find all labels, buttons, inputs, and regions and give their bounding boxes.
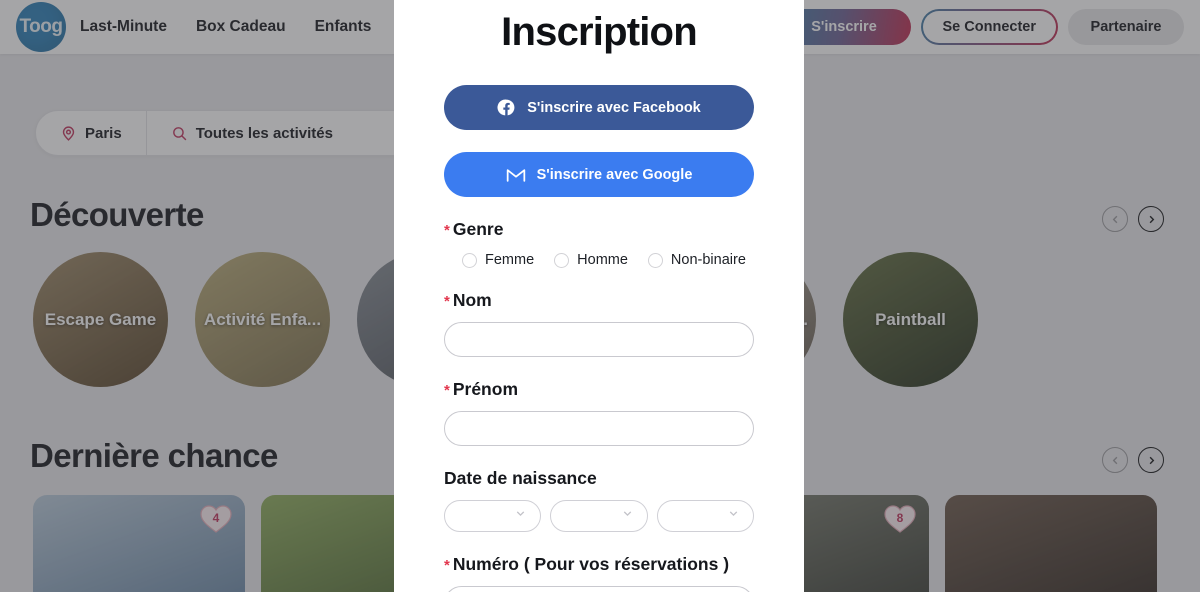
prenom-input[interactable] [444, 411, 754, 446]
nom-label-text: Nom [452, 290, 492, 310]
app-root: Toog Last-Minute Box Cadeau Enfants EV S… [0, 0, 1200, 592]
phone-input[interactable] [444, 586, 754, 592]
birthdate-field-label: Date de naissance [444, 468, 597, 488]
gender-option-label: Non-binaire [670, 252, 746, 268]
facebook-icon [497, 99, 515, 116]
radio-icon [554, 252, 570, 268]
phone-field-label: * Numéro ( Pour vos réservations ) [444, 554, 754, 575]
birthdate-month-select[interactable] [550, 500, 648, 532]
required-mark: * [444, 557, 450, 574]
chevron-down-icon [621, 507, 634, 525]
gender-option-label: Homme [577, 252, 628, 268]
required-mark: * [444, 382, 450, 399]
birthdate-year-select[interactable] [656, 500, 754, 532]
birthdate-day-select[interactable] [444, 500, 542, 532]
chevron-down-icon [514, 507, 527, 525]
gender-option-homme[interactable]: Homme [554, 252, 628, 268]
gender-radio-group: Femme Homme Non-binaire [444, 252, 754, 268]
phone-label-text: Numéro ( Pour vos réservations ) [452, 554, 730, 574]
gender-field-label: * Genre [444, 219, 754, 240]
gmail-icon [506, 168, 525, 182]
gender-option-femme[interactable]: Femme [462, 252, 534, 268]
nom-input[interactable] [444, 322, 754, 357]
nom-field-label: * Nom [444, 290, 754, 311]
required-mark: * [444, 222, 450, 239]
prenom-label-text: Prénom [452, 379, 518, 399]
modal-title: Inscription [501, 10, 697, 54]
signup-modal: Inscription S'inscrire avec Facebook S'i… [394, 0, 804, 592]
signup-google-button[interactable]: S'inscrire avec Google [444, 152, 754, 197]
gender-option-label: Femme [485, 252, 535, 268]
signup-google-label: S'inscrire avec Google [536, 166, 693, 183]
radio-icon [462, 252, 477, 268]
prenom-field-label: * Prénom [444, 379, 754, 400]
chevron-down-icon [727, 507, 740, 525]
signup-facebook-label: S'inscrire avec Facebook [527, 99, 701, 116]
birthdate-selects [444, 500, 754, 532]
radio-icon [647, 252, 663, 268]
signup-facebook-button[interactable]: S'inscrire avec Facebook [444, 85, 754, 130]
gender-option-non-binaire[interactable]: Non-binaire [647, 252, 746, 268]
gender-label-text: Genre [452, 219, 504, 239]
required-mark: * [444, 293, 450, 310]
